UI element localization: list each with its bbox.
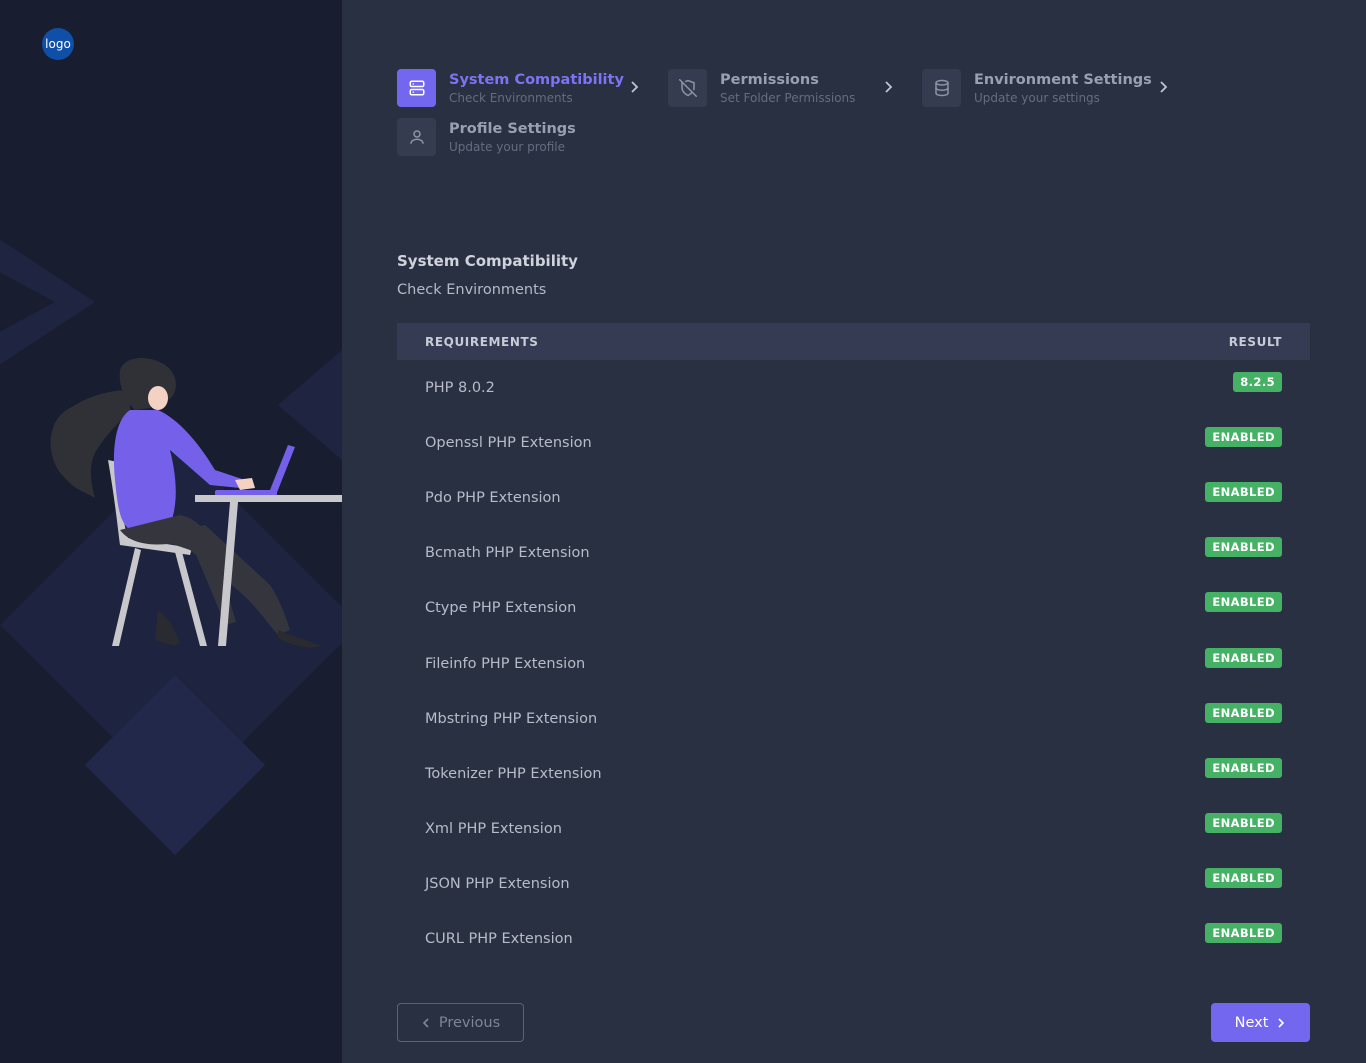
result-badge: ENABLED xyxy=(1205,592,1282,613)
logo[interactable]: logo xyxy=(42,28,74,60)
table-header: REQUIREMENTS RESULT xyxy=(397,323,1310,360)
database-icon xyxy=(922,69,961,107)
table-body: PHP 8.0.2 8.2.5 Openssl PHP Extension ENAB… xyxy=(397,360,1310,967)
step-subtitle: Check Environments xyxy=(449,91,573,105)
previous-button-label: Previous xyxy=(438,1014,501,1031)
column-header-requirements: REQUIREMENTS xyxy=(425,334,539,349)
result-badge: ENABLED xyxy=(1205,426,1282,447)
chevron-right-icon xyxy=(629,79,641,99)
table-row: Ctype PHP Extension ENABLED xyxy=(397,581,1310,636)
requirement-name: Xml PHP Extension xyxy=(425,821,562,838)
step-subtitle: Update your profile xyxy=(449,140,565,154)
result-badge: ENABLED xyxy=(1205,868,1282,889)
next-button-label: Next xyxy=(1234,1014,1269,1031)
table-row: CURL PHP Extension ENABLED xyxy=(397,912,1310,967)
step-subtitle: Update your settings xyxy=(974,91,1100,105)
table-row: Fileinfo PHP Extension ENABLED xyxy=(397,636,1310,691)
step-subtitle: Set Folder Permissions xyxy=(720,91,856,105)
result-badge: 8.2.5 xyxy=(1233,371,1282,392)
previous-button[interactable]: Previous xyxy=(397,1003,524,1042)
requirement-name: Pdo PHP Extension xyxy=(425,489,561,506)
result-badge: ENABLED xyxy=(1205,537,1282,558)
step-environment-settings[interactable]: Environment Settings Update your setting… xyxy=(922,69,1168,107)
requirement-name: JSON PHP Extension xyxy=(425,876,570,893)
table-row: Bcmath PHP Extension ENABLED xyxy=(397,526,1310,581)
result-badge: ENABLED xyxy=(1205,757,1282,778)
step-title: System Compatibility xyxy=(449,72,624,88)
step-system-compatibility[interactable]: System Compatibility Check Environments xyxy=(397,69,639,107)
requirement-name: PHP 8.0.2 xyxy=(425,379,495,396)
chevron-right-icon xyxy=(1278,1017,1285,1028)
next-button[interactable]: Next xyxy=(1211,1003,1310,1042)
step-permissions[interactable]: Permissions Set Folder Permissions xyxy=(668,69,893,107)
step-title: Permissions xyxy=(720,72,819,88)
column-header-result: RESULT xyxy=(1228,334,1282,349)
requirements-table: REQUIREMENTS RESULT PHP 8.0.2 8.2.5 Opens… xyxy=(397,323,1310,967)
woman-at-laptop-illustration xyxy=(50,358,342,648)
requirement-name: CURL PHP Extension xyxy=(425,931,573,948)
requirement-name: Fileinfo PHP Extension xyxy=(425,655,586,672)
table-row: Tokenizer PHP Extension ENABLED xyxy=(397,746,1310,801)
table-row: JSON PHP Extension ENABLED xyxy=(397,857,1310,912)
user-icon xyxy=(397,118,436,156)
result-badge: ENABLED xyxy=(1205,647,1282,668)
result-badge: ENABLED xyxy=(1205,702,1282,723)
main-content: System Compatibility Check Environments … xyxy=(342,0,1366,1063)
section-subtitle: Check Environments xyxy=(397,282,547,298)
requirement-name: Ctype PHP Extension xyxy=(425,600,577,617)
step-title: Environment Settings xyxy=(974,72,1152,88)
section-title: System Compatibility xyxy=(397,252,578,270)
table-row: PHP 8.0.2 8.2.5 xyxy=(397,360,1310,415)
requirement-name: Mbstring PHP Extension xyxy=(425,710,598,727)
chevron-right-icon xyxy=(883,79,895,99)
table-row: Mbstring PHP Extension ENABLED xyxy=(397,691,1310,746)
step-title: Profile Settings xyxy=(449,121,576,137)
table-row: Pdo PHP Extension ENABLED xyxy=(397,470,1310,525)
chevron-right-icon xyxy=(1158,79,1170,99)
result-badge: ENABLED xyxy=(1205,481,1282,502)
shield-off-icon xyxy=(668,69,707,107)
chevron-left-icon xyxy=(422,1017,429,1028)
step-profile-settings[interactable]: Profile Settings Update your profile xyxy=(397,118,576,156)
result-badge: ENABLED xyxy=(1205,813,1282,834)
table-row: Xml PHP Extension ENABLED xyxy=(397,802,1310,857)
requirement-name: Bcmath PHP Extension xyxy=(425,545,590,562)
requirement-name: Openssl PHP Extension xyxy=(425,434,592,451)
requirement-name: Tokenizer PHP Extension xyxy=(425,765,602,782)
result-badge: ENABLED xyxy=(1205,923,1282,944)
server-icon xyxy=(397,69,436,107)
table-row: Openssl PHP Extension ENABLED xyxy=(397,415,1310,470)
illustration-panel: logo xyxy=(0,0,342,1063)
